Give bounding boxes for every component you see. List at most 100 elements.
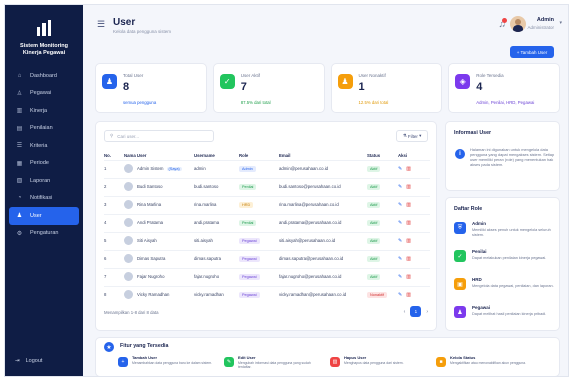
filter-button[interactable]: ⚗ Filter ▾ xyxy=(396,130,428,142)
page-subtitle: Kelola data pengguna sistem xyxy=(113,29,172,34)
list-icon: ☰ xyxy=(16,143,23,150)
sidebar-item-label: Pegawai xyxy=(30,90,52,97)
sidebar-item-penilaian[interactable]: ▤ Penilaian xyxy=(5,120,83,138)
row-username: dimas.saputra xyxy=(194,256,221,261)
role-badge: Penilai xyxy=(239,219,257,226)
sidebar-item-pegawai[interactable]: ♙ Pegawai xyxy=(5,85,83,103)
col-header: No. xyxy=(104,152,111,158)
filter-label: Filter xyxy=(407,133,418,139)
stat-label: Role Tersedia xyxy=(476,73,504,78)
row-username: siti.aisyah xyxy=(194,238,213,243)
row-username: rina.marlina xyxy=(194,202,217,207)
status-badge: Aktif xyxy=(367,165,381,172)
row-email: andi.pratama@perusahaan.co.id xyxy=(279,220,342,225)
sidebar-item-laporan[interactable]: ▧ Laporan xyxy=(5,172,83,190)
role-name: Admin xyxy=(472,221,486,226)
sidebar-item-label: Periode xyxy=(30,160,49,167)
stat-value: 7 xyxy=(240,81,247,93)
stat-value: 4 xyxy=(476,81,483,93)
edit-icon[interactable]: ✎ xyxy=(398,238,402,244)
edit-icon[interactable]: ✎ xyxy=(398,256,402,262)
add-user-button[interactable]: + Tambah User xyxy=(510,46,554,58)
row-no: 5 xyxy=(104,238,107,243)
row-name: Andi Pratama xyxy=(137,220,164,225)
trash-icon[interactable]: ▥ xyxy=(406,220,411,226)
feature-desc: Mengaktifkan atau menonaktifkan akun pen… xyxy=(450,361,526,365)
stat-label: User Aktif xyxy=(240,73,261,78)
row-name: Rina Marlina xyxy=(137,202,162,207)
role-name: Penilai xyxy=(472,249,487,254)
trash-icon[interactable]: ▥ xyxy=(406,202,411,208)
chevron-left-icon[interactable]: ‹ xyxy=(404,309,406,315)
role-list-title: Daftar Role xyxy=(454,206,483,212)
info-card: Informasi User i Halaman ini digunakan u… xyxy=(445,121,560,191)
user-off-icon: ♟ xyxy=(337,74,353,89)
avatar[interactable] xyxy=(510,16,526,32)
sidebar-nav: ⌂ Dashboard ♙ Pegawai ▥ Kinerja ▤ Penilaian … xyxy=(5,67,83,242)
sidebar-item-periode[interactable]: ▦ Periode xyxy=(5,155,83,173)
table-row: 6 Dimas Saputra dimas.saputra Pegawai di… xyxy=(104,250,430,266)
row-email: siti.aisyah@perusahaan.co.id xyxy=(279,238,336,243)
sidebar-item-label: Dashboard xyxy=(30,72,57,79)
hamburger-menu-icon[interactable]: ☰ xyxy=(97,19,105,30)
stat-card-user-nonaktif: ♟ User Nonaktif 1 12.5% dari total xyxy=(330,63,443,113)
row-no: 2 xyxy=(104,184,107,189)
stat-value: 1 xyxy=(358,81,365,93)
edit-icon[interactable]: ✎ xyxy=(398,274,402,280)
logout-button[interactable]: ⇥ Logout xyxy=(15,358,42,364)
trash-icon[interactable]: ▥ xyxy=(406,166,411,172)
sidebar-item-notifikasi[interactable]: ◔ Notifikasi xyxy=(5,190,83,208)
row-username: fajar.nugroho xyxy=(194,274,220,279)
brand: Sistem Monitoring Kinerja Pegawai xyxy=(5,5,83,57)
stat-card-total-user: ♟ Total User 8 semua pengguna xyxy=(95,63,207,113)
admin-role: Administrator xyxy=(527,25,554,30)
edit-icon[interactable]: ✎ xyxy=(398,292,402,298)
feature-kelola-status: ■ Kelola Status Mengaktifkan atau menona… xyxy=(436,355,536,376)
sidebar-item-dashboard[interactable]: ⌂ Dashboard xyxy=(5,67,83,85)
role-badge: HRD xyxy=(239,201,254,208)
avatar xyxy=(124,272,133,281)
sidebar-item-label: User xyxy=(30,212,42,219)
role-desc: Memiliki akses penuh untuk mengelola sel… xyxy=(472,228,551,237)
role-badge: Pegawai xyxy=(239,273,260,280)
row-email: rina.marlina@perusahaan.co.id xyxy=(279,202,339,207)
chevron-right-icon[interactable]: › xyxy=(426,309,428,315)
avatar xyxy=(124,200,133,209)
sidebar-item-kinerja[interactable]: ▥ Kinerja xyxy=(5,102,83,120)
trash-icon[interactable]: ▥ xyxy=(406,238,411,244)
row-name: Dimas Saputra xyxy=(137,256,166,261)
stat-value: 8 xyxy=(123,81,130,93)
search-input[interactable]: ⚲ Cari user... xyxy=(104,130,214,142)
trash-icon[interactable]: ▥ xyxy=(406,256,411,262)
row-email: budi.santoso@perusahaan.co.id xyxy=(279,184,341,189)
role-item-pegawai: ♟ Pegawai Dapat melihat hasil penilaian … xyxy=(454,304,556,332)
logout-label: Logout xyxy=(25,358,43,364)
edit-icon[interactable]: ✎ xyxy=(398,166,402,172)
edit-icon[interactable]: ✎ xyxy=(398,202,402,208)
table-row: 1 Admin Sistem (Saya) admin Admin admin@p… xyxy=(104,160,430,176)
edit-icon[interactable]: ✎ xyxy=(398,184,402,190)
role-desc: Dapat melihat hasil penilaian kinerja pr… xyxy=(472,312,547,316)
gear-icon: ⚙ xyxy=(16,230,23,237)
trash-icon[interactable]: ▥ xyxy=(406,274,411,280)
trash-icon[interactable]: ▥ xyxy=(406,292,411,298)
sidebar-item-label: Laporan xyxy=(30,177,51,184)
role-badge: Penilai xyxy=(239,183,257,190)
feature-name: Tambah User xyxy=(132,355,158,360)
feature-desc: Menambahkan data pengguna baru ke dalam … xyxy=(132,361,213,365)
chevron-down-icon[interactable]: ▾ xyxy=(559,20,562,26)
role-desc: Mengelola data pegawai, penilaian, dan l… xyxy=(472,284,554,288)
trash-icon[interactable]: ▥ xyxy=(406,184,411,190)
sidebar-item-kriteria[interactable]: ☰ Kriteria xyxy=(5,137,83,155)
sidebar-item-user[interactable]: ♟ User xyxy=(9,207,79,225)
lock-icon: ■ xyxy=(436,357,446,367)
role-badge: Pegawai xyxy=(239,237,260,244)
status-badge: Aktif xyxy=(367,201,381,208)
table-row: 4 Andi Pratama andi.pratama Penilai andi… xyxy=(104,214,430,230)
user-plus-icon: + xyxy=(118,357,128,367)
page-button-current[interactable]: 1 xyxy=(410,306,422,317)
edit-icon[interactable]: ✎ xyxy=(398,220,402,226)
briefcase-icon: ▣ xyxy=(454,278,466,290)
table-row: 7 Fajar Nugroho fajar.nugroho Pegawai fa… xyxy=(104,268,430,284)
sidebar-item-pengaturan[interactable]: ⚙ Pengaturan xyxy=(5,225,83,243)
